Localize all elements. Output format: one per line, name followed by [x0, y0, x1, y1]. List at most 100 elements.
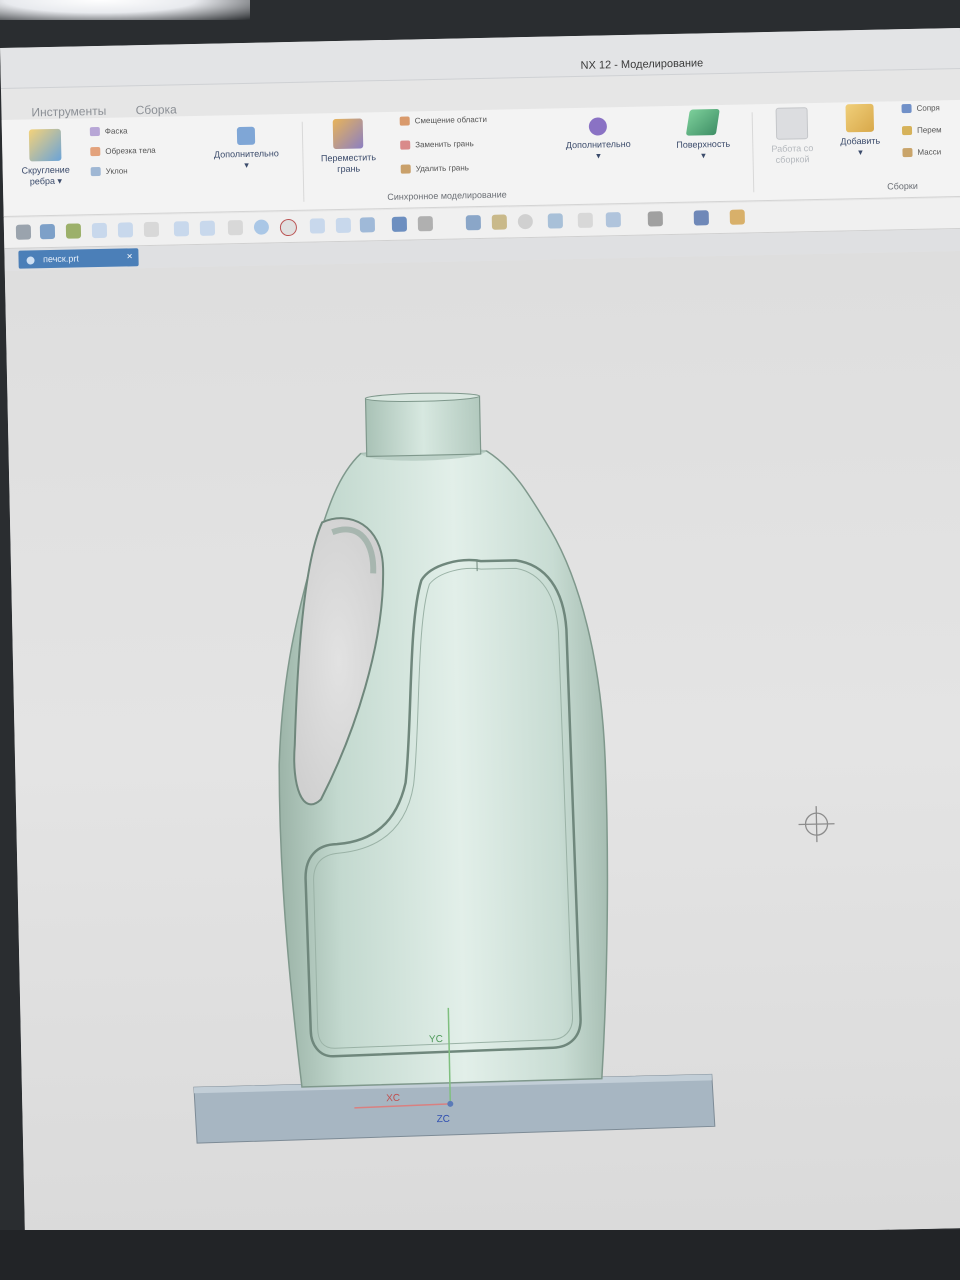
move-face-label-2: грань [337, 163, 361, 175]
grid-icon[interactable] [465, 215, 482, 231]
curve-icon[interactable] [117, 222, 134, 238]
constraint-label: Сопря [916, 103, 940, 113]
chevron-down-icon: ▾ [596, 150, 601, 161]
base-plate [193, 1073, 716, 1144]
wave-icon[interactable] [173, 221, 190, 237]
tab-assembly[interactable]: Сборка [135, 102, 176, 117]
pattern-icon [902, 148, 913, 158]
model-canvas: YC XC ZC [193, 392, 835, 1144]
arrow-up-icon[interactable] [227, 220, 244, 236]
part-file-icon [26, 256, 35, 265]
shade-icon[interactable] [391, 216, 408, 232]
add-component-button[interactable]: Добавить ▾ [827, 103, 892, 158]
crosshair-cursor-icon [798, 806, 835, 843]
rotate-icon[interactable] [517, 213, 534, 230]
chamfer-label: Фаска [104, 126, 128, 136]
circle-icon[interactable] [279, 218, 298, 237]
window-title: NX 12 - Моделирование [580, 57, 704, 72]
replace-face-icon [400, 140, 411, 151]
assembly-group-label: Сборки [887, 180, 918, 192]
draft-icon [90, 167, 101, 177]
edge-blend-button[interactable]: Скругление ребра ▾ [10, 128, 81, 187]
more-features-icon [236, 126, 256, 146]
file-tab-label: печск.prt [42, 253, 79, 265]
draft-button[interactable]: Уклон [90, 165, 128, 177]
move-face-label: Переместить [320, 152, 377, 164]
trim-body-icon [90, 147, 101, 157]
ribbon: Скругление ребра ▾ Фаска Обрезка тела Ук… [1, 99, 960, 218]
circle-target-icon[interactable] [253, 219, 270, 235]
surface-label: Поверхность [676, 138, 731, 150]
lightbulb-icon[interactable] [729, 209, 745, 225]
move-component-icon [901, 126, 913, 136]
work-in-assembly-label-2: сборкой [775, 154, 810, 165]
add-component-label: Добавить [840, 135, 881, 147]
chevron-down-icon: ▾ [244, 159, 249, 170]
offset-region-label: Смещение области [414, 114, 487, 126]
render-icon[interactable] [693, 210, 709, 226]
spline-icon[interactable] [143, 221, 160, 238]
yc-axis-label: YC [429, 1034, 443, 1045]
work-in-assembly-label: Работа со [771, 143, 814, 154]
line-icon[interactable] [335, 217, 352, 234]
edge-blend-label: Скругление [21, 164, 70, 176]
paint-icon[interactable] [577, 212, 593, 228]
window-icon[interactable] [605, 212, 621, 228]
work-in-assembly-button[interactable]: Работа со сборкой [758, 107, 827, 166]
replace-face-button[interactable]: Заменить грань [400, 138, 474, 151]
chamfer-icon [89, 127, 100, 137]
move-face-button[interactable]: Переместить грань [308, 118, 389, 176]
offset-region-button[interactable]: Смещение области [399, 114, 487, 127]
ribbon-separator [301, 121, 305, 202]
xc-axis-label: XC [386, 1093, 400, 1104]
surface-button[interactable]: Поверхность ▾ [660, 108, 747, 162]
chevron-down-icon: ▾ [701, 150, 706, 161]
zc-axis-label: ZC [437, 1114, 451, 1125]
edge-blend-icon [28, 128, 62, 162]
bottle-model [278, 392, 609, 1088]
chevron-down-icon: ▾ [57, 175, 63, 186]
more-sync-label: Дополнительно [565, 138, 631, 151]
offset-region-icon [399, 116, 410, 127]
measure-icon[interactable] [491, 214, 508, 230]
move-component-button[interactable]: Перем [901, 124, 942, 136]
more-features-button[interactable]: Дополнительно ▾ [196, 126, 297, 172]
delete-face-icon [400, 164, 411, 175]
graphics-viewport[interactable]: YC XC ZC [4, 250, 960, 1248]
screen-glare [0, 0, 250, 20]
pattern-label: Масси [917, 147, 942, 157]
trim-body-button[interactable]: Обрезка тела [90, 145, 156, 157]
more-sync-icon [588, 117, 608, 136]
trim-body-label: Обрезка тела [105, 145, 156, 156]
surface-icon [685, 108, 720, 136]
constraint-button[interactable]: Сопря [901, 102, 940, 114]
delete-face-button[interactable]: Удалить грань [400, 162, 469, 175]
view-cube-icon[interactable] [359, 217, 376, 233]
face-icon[interactable] [65, 223, 82, 239]
draft-label: Уклон [105, 166, 128, 176]
pattern-button[interactable]: Масси [902, 146, 941, 158]
more-sync-button[interactable]: Дополнительно ▾ [550, 117, 647, 163]
plus-icon[interactable] [309, 218, 326, 234]
layers-icon[interactable] [417, 216, 434, 232]
move-face-icon [332, 118, 364, 150]
snap-icon[interactable] [15, 224, 32, 240]
ribbon-separator [751, 112, 755, 193]
pen-icon[interactable] [547, 213, 564, 229]
constraint-icon [901, 104, 912, 114]
file-tab[interactable]: печск.prt × [18, 248, 139, 269]
edge-icon[interactable] [91, 222, 108, 239]
replace-face-label: Заменить грань [415, 139, 474, 150]
chevron-down-icon: ▾ [858, 147, 863, 158]
display-icon[interactable] [647, 211, 663, 227]
solid-icon[interactable] [39, 223, 56, 240]
move-component-label: Перем [916, 125, 942, 135]
more-features-label: Дополнительно [213, 148, 279, 160]
close-icon[interactable]: × [126, 248, 133, 266]
work-in-assembly-icon [775, 107, 809, 140]
edge-blend-label-2: ребра [29, 175, 56, 187]
chamfer-button[interactable]: Фаска [89, 125, 128, 137]
sine-icon[interactable] [199, 220, 216, 236]
sync-modeling-group-label: Синхронное моделирование [387, 189, 507, 202]
add-component-icon [845, 103, 875, 133]
